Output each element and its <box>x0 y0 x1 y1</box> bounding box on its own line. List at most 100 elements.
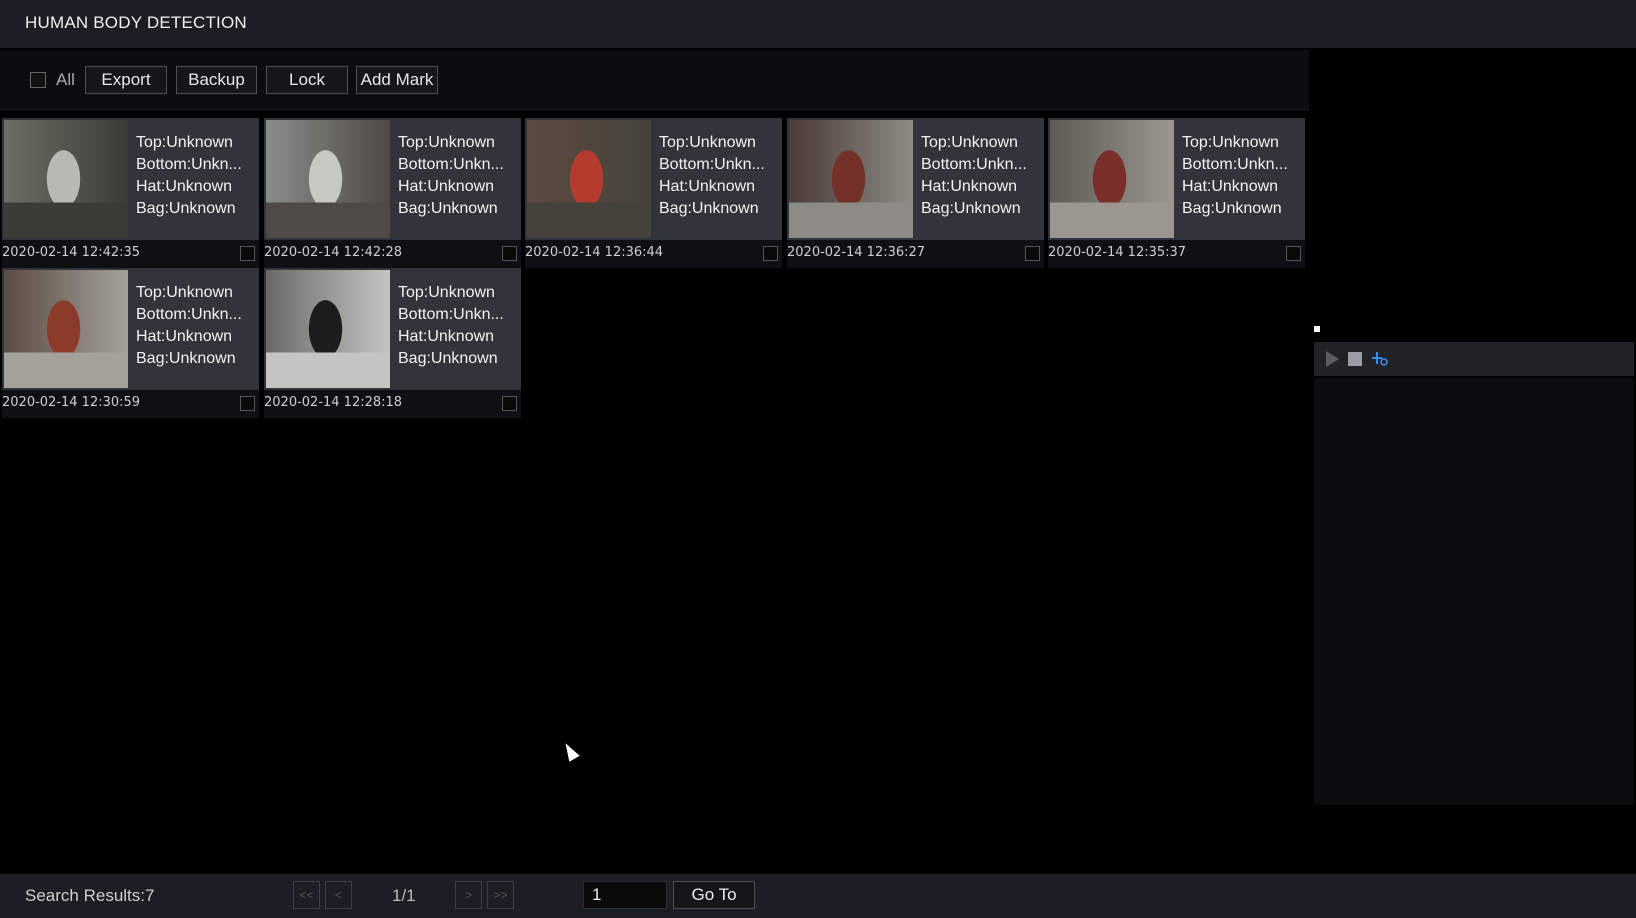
select-checkbox[interactable] <box>1025 246 1040 261</box>
thumbnail-image[interactable] <box>4 270 128 388</box>
attr-bottom: Bottom:Unkn... <box>659 156 765 173</box>
add-mark-button[interactable]: Add Mark <box>356 66 438 94</box>
card-footer: 2020-02-14 12:28:18 <box>264 390 521 418</box>
thumbnail-image[interactable] <box>527 120 651 238</box>
thumbnail-image[interactable] <box>4 120 128 238</box>
card-footer: 2020-02-14 12:35:37 <box>1048 240 1305 268</box>
attr-hat: Hat:Unknown <box>136 178 233 195</box>
page-title: HUMAN BODY DETECTION <box>25 13 247 32</box>
select-all-label: All <box>56 70 75 89</box>
preview-info-area <box>1314 378 1634 805</box>
timestamp: 2020-02-14 12:30:59 <box>2 395 141 410</box>
attr-bag: Bag:Unknown <box>659 200 759 217</box>
select-checkbox[interactable] <box>1286 246 1301 261</box>
result-card[interactable]: Top:Unknown Bottom:Unkn... Hat:Unknown B… <box>1046 118 1305 268</box>
attr-bag: Bag:Unknown <box>136 200 236 217</box>
attr-hat: Hat:Unknown <box>398 178 495 195</box>
attribute-list: Top:Unknown Bottom:Unkn... Hat:Unknown B… <box>398 132 504 220</box>
thumbnail-image[interactable] <box>1050 120 1174 238</box>
backup-button[interactable]: Backup <box>176 66 257 94</box>
card-body: Top:Unknown Bottom:Unkn... Hat:Unknown B… <box>264 118 521 240</box>
next-page-button[interactable]: > <box>455 881 482 909</box>
thumbnail-image[interactable] <box>266 120 390 238</box>
attr-top: Top:Unknown <box>659 134 756 151</box>
footer-bar: Search Results:7 << < 1/1 > >> Go To <box>0 874 1636 918</box>
attribute-list: Top:Unknown Bottom:Unkn... Hat:Unknown B… <box>398 282 504 370</box>
attribute-list: Top:Unknown Bottom:Unkn... Hat:Unknown B… <box>921 132 1027 220</box>
thumbnail-image[interactable] <box>789 120 913 238</box>
card-body: Top:Unknown Bottom:Unkn... Hat:Unknown B… <box>2 118 259 240</box>
card-body: Top:Unknown Bottom:Unkn... Hat:Unknown B… <box>264 268 521 390</box>
attr-bottom: Bottom:Unkn... <box>398 306 504 323</box>
stop-icon[interactable] <box>1348 352 1362 366</box>
goto-button[interactable]: Go To <box>673 881 755 909</box>
page-indicator: 1/1 <box>392 886 416 905</box>
timestamp: 2020-02-14 12:42:35 <box>2 245 141 260</box>
select-checkbox[interactable] <box>502 396 517 411</box>
card-body: Top:Unknown Bottom:Unkn... Hat:Unknown B… <box>2 268 259 390</box>
card-body: Top:Unknown Bottom:Unkn... Hat:Unknown B… <box>1048 118 1305 240</box>
card-footer: 2020-02-14 12:42:35 <box>2 240 259 268</box>
attr-bottom: Bottom:Unkn... <box>921 156 1027 173</box>
goto-page-input[interactable] <box>583 881 667 909</box>
result-card[interactable]: Top:Unknown Bottom:Unkn... Hat:Unknown B… <box>262 268 521 418</box>
attr-bag: Bag:Unknown <box>398 200 498 217</box>
playback-controls <box>1314 342 1634 376</box>
attr-bag: Bag:Unknown <box>398 350 498 367</box>
toolbar: All Export Backup Lock Add Mark <box>0 50 1309 110</box>
timestamp: 2020-02-14 12:36:27 <box>787 245 926 260</box>
attribute-list: Top:Unknown Bottom:Unkn... Hat:Unknown B… <box>136 132 242 220</box>
result-card[interactable]: Top:Unknown Bottom:Unkn... Hat:Unknown B… <box>262 118 521 268</box>
attr-top: Top:Unknown <box>398 134 495 151</box>
thumbnail-image[interactable] <box>266 270 390 388</box>
attr-top: Top:Unknown <box>921 134 1018 151</box>
attr-bag: Bag:Unknown <box>136 350 236 367</box>
select-all-checkbox[interactable] <box>30 72 46 88</box>
timestamp: 2020-02-14 12:42:28 <box>264 245 403 260</box>
card-footer: 2020-02-14 12:36:44 <box>525 240 782 268</box>
result-card[interactable]: Top:Unknown Bottom:Unkn... Hat:Unknown B… <box>785 118 1044 268</box>
card-footer: 2020-02-14 12:36:27 <box>787 240 1044 268</box>
preview-video-area <box>1314 50 1636 340</box>
play-icon[interactable] <box>1326 351 1339 367</box>
card-body: Top:Unknown Bottom:Unkn... Hat:Unknown B… <box>525 118 782 240</box>
select-checkbox[interactable] <box>240 246 255 261</box>
attr-bottom: Bottom:Unkn... <box>398 156 504 173</box>
result-card[interactable]: Top:Unknown Bottom:Unkn... Hat:Unknown B… <box>523 118 782 268</box>
attr-bottom: Bottom:Unkn... <box>1182 156 1288 173</box>
attr-bag: Bag:Unknown <box>1182 200 1282 217</box>
timestamp: 2020-02-14 12:28:18 <box>264 395 403 410</box>
attr-top: Top:Unknown <box>136 134 233 151</box>
attr-hat: Hat:Unknown <box>659 178 756 195</box>
card-body: Top:Unknown Bottom:Unkn... Hat:Unknown B… <box>787 118 1044 240</box>
attr-bag: Bag:Unknown <box>921 200 1021 217</box>
prev-page-button[interactable]: < <box>325 881 352 909</box>
card-footer: 2020-02-14 12:30:59 <box>2 390 259 418</box>
attr-hat: Hat:Unknown <box>921 178 1018 195</box>
attr-bottom: Bottom:Unkn... <box>136 156 242 173</box>
clip-icon[interactable] <box>1368 346 1392 370</box>
select-checkbox[interactable] <box>240 396 255 411</box>
attribute-list: Top:Unknown Bottom:Unkn... Hat:Unknown B… <box>659 132 765 220</box>
timestamp: 2020-02-14 12:36:44 <box>525 245 664 260</box>
attr-hat: Hat:Unknown <box>1182 178 1279 195</box>
attr-top: Top:Unknown <box>1182 134 1279 151</box>
select-checkbox[interactable] <box>763 246 778 261</box>
export-button[interactable]: Export <box>85 66 167 94</box>
last-page-button[interactable]: >> <box>487 881 514 909</box>
preview-marker <box>1314 326 1320 332</box>
attr-hat: Hat:Unknown <box>136 328 233 345</box>
lock-button[interactable]: Lock <box>266 66 348 94</box>
result-card[interactable]: Top:Unknown Bottom:Unkn... Hat:Unknown B… <box>0 118 259 268</box>
select-checkbox[interactable] <box>502 246 517 261</box>
first-page-button[interactable]: << <box>293 881 320 909</box>
attr-hat: Hat:Unknown <box>398 328 495 345</box>
attr-bottom: Bottom:Unkn... <box>136 306 242 323</box>
title-bar: HUMAN BODY DETECTION <box>0 0 1636 48</box>
attr-top: Top:Unknown <box>398 284 495 301</box>
search-results-count: Search Results:7 <box>25 886 155 905</box>
result-card[interactable]: Top:Unknown Bottom:Unkn... Hat:Unknown B… <box>0 268 259 418</box>
attribute-list: Top:Unknown Bottom:Unkn... Hat:Unknown B… <box>136 282 242 370</box>
attr-top: Top:Unknown <box>136 284 233 301</box>
mouse-cursor <box>560 740 580 762</box>
